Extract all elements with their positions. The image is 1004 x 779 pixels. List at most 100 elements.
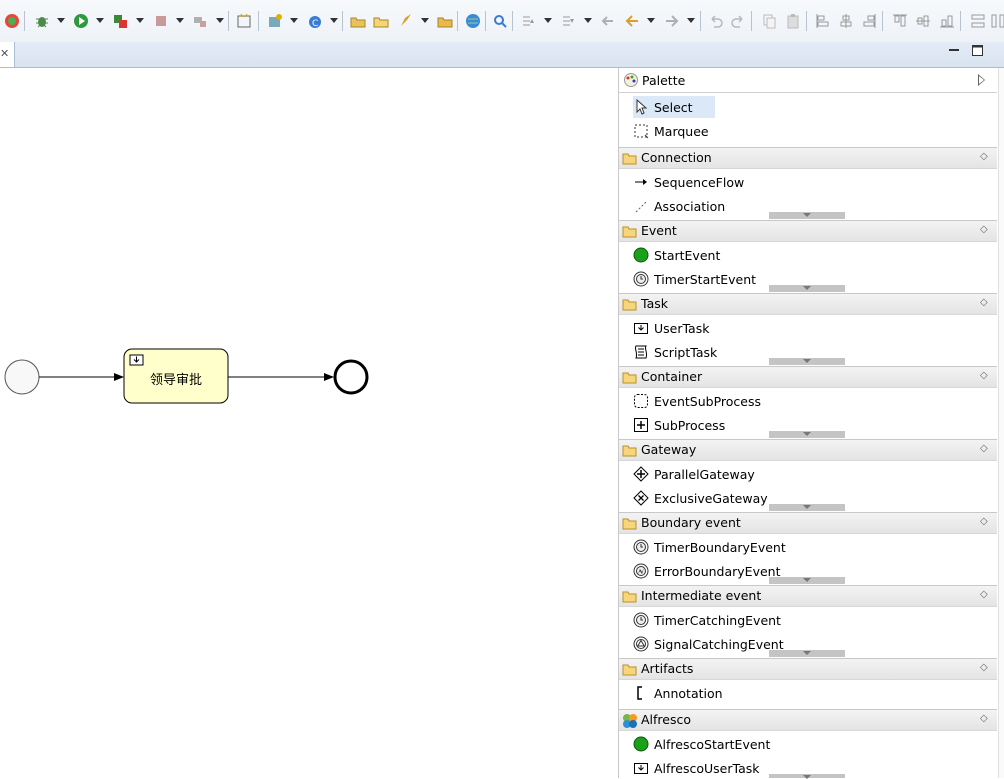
last-edit-icon[interactable] — [598, 11, 618, 31]
pin-drawer-icon[interactable]: ◇ — [980, 297, 988, 308]
pin-drawer-icon[interactable]: ◇ — [980, 370, 988, 381]
palette-scrollbar[interactable] — [998, 68, 1004, 778]
align-right-icon[interactable] — [859, 11, 879, 31]
main-toolbar: C — [0, 0, 1004, 43]
pin-drawer-icon[interactable]: ◇ — [980, 662, 988, 673]
drawer-resize-grip[interactable] — [769, 774, 845, 779]
next-annotation-dropdown-icon[interactable] — [544, 18, 552, 23]
palette-item-exclusivegateway[interactable]: ExclusiveGateway — [633, 487, 903, 509]
palette-item-parallelgateway[interactable]: ParallelGateway — [633, 463, 903, 485]
drawer-intermediate-event[interactable]: Intermediate event ◇ — [619, 585, 997, 607]
palette-item-errorboundaryevent[interactable]: ErrorBoundaryEvent — [633, 560, 903, 582]
new-wizard-icon[interactable] — [265, 11, 285, 31]
drawer-artifacts[interactable]: Artifacts ◇ — [619, 658, 997, 680]
stop-icon[interactable] — [151, 11, 171, 31]
pin-drawer-icon[interactable]: ◇ — [980, 589, 988, 600]
web-browser-icon[interactable] — [463, 11, 483, 31]
forward-dropdown-icon[interactable] — [687, 18, 695, 23]
palette-item-timercatchingevent[interactable]: TimerCatchingEvent — [633, 609, 903, 631]
align-left-icon[interactable] — [813, 11, 833, 31]
undo-icon[interactable] — [706, 11, 726, 31]
pin-drawer-icon[interactable]: ◇ — [980, 516, 988, 527]
minimize-button[interactable] — [947, 43, 961, 57]
drawer-resize-grip[interactable] — [769, 431, 845, 438]
maximize-button[interactable] — [971, 44, 985, 58]
prev-annotation-dropdown-icon[interactable] — [584, 18, 592, 23]
drawer-resize-grip[interactable] — [769, 358, 845, 365]
start-event[interactable] — [4, 359, 40, 395]
subprocess-icon — [633, 417, 649, 433]
palette-tool-select[interactable]: Select — [633, 96, 715, 118]
drawer-resize-grip[interactable] — [769, 212, 845, 219]
external-tools-dropdown-icon[interactable] — [136, 18, 144, 23]
external-tools-icon[interactable] — [110, 11, 130, 31]
drawer-gateway[interactable]: Gateway ◇ — [619, 439, 997, 461]
new-process-icon[interactable] — [234, 11, 254, 31]
palette-item-usertask[interactable]: UserTask — [633, 317, 903, 339]
prev-annotation-icon[interactable] — [558, 11, 578, 31]
drawer-resize-grip[interactable] — [769, 504, 845, 511]
align-center-icon[interactable] — [836, 11, 856, 31]
new-java-class-icon[interactable]: C — [305, 11, 325, 31]
disconnect-icon[interactable] — [190, 11, 210, 31]
pin-drawer-icon[interactable]: ◇ — [980, 224, 988, 235]
close-tab-icon[interactable]: ✕ — [0, 47, 9, 60]
launch-dropdown-icon[interactable] — [421, 18, 429, 23]
new-java-class-dropdown-icon[interactable] — [330, 18, 338, 23]
launch-icon[interactable] — [396, 11, 416, 31]
back-icon[interactable] — [622, 11, 642, 31]
forward-icon[interactable] — [662, 11, 682, 31]
palette-item-sequenceflow[interactable]: SequenceFlow — [633, 171, 903, 193]
editor-tab[interactable]: ✕ — [0, 42, 15, 67]
open-type-icon[interactable] — [348, 11, 368, 31]
palette-item-subprocess[interactable]: SubProcess — [633, 414, 903, 436]
next-annotation-icon[interactable] — [518, 11, 538, 31]
drawer-alfresco[interactable]: Alfresco ◇ — [619, 709, 997, 731]
palette-item-alfrescostartevent[interactable]: AlfrescoStartEvent — [633, 733, 903, 755]
pin-drawer-icon[interactable]: ◇ — [980, 713, 988, 724]
align-top-icon[interactable] — [890, 11, 910, 31]
diagram-canvas[interactable]: 领导审批 — [0, 68, 618, 778]
palette-item-timerstartevent[interactable]: TimerStartEvent — [633, 268, 903, 290]
drawer-resize-grip[interactable] — [769, 650, 845, 657]
search-icon[interactable] — [490, 11, 510, 31]
debug-icon[interactable] — [32, 11, 52, 31]
match-width-icon[interactable] — [968, 11, 988, 31]
palette-item-startevent[interactable]: StartEvent — [633, 244, 903, 266]
debug-perspective-icon[interactable] — [2, 11, 22, 31]
match-height-icon[interactable] — [988, 11, 1004, 31]
redo-icon[interactable] — [728, 11, 748, 31]
palette-item-eventsubprocess[interactable]: EventSubProcess — [633, 390, 903, 412]
copy-icon[interactable] — [759, 11, 779, 31]
align-bottom-icon[interactable] — [937, 11, 957, 31]
align-middle-icon[interactable] — [913, 11, 933, 31]
drawer-task[interactable]: Task ◇ — [619, 293, 997, 315]
palette-item-annotation[interactable]: Annotation — [633, 682, 903, 704]
palette-item-association[interactable]: Association — [633, 195, 903, 217]
drawer-boundary-event[interactable]: Boundary event ◇ — [619, 512, 997, 534]
palette-item-alfrescousertask[interactable]: AlfrescoUserTask — [633, 757, 903, 779]
palette-tool-marquee[interactable]: Marquee — [633, 120, 903, 142]
end-event[interactable] — [333, 359, 369, 395]
back-dropdown-icon[interactable] — [647, 18, 655, 23]
open-resource-icon[interactable] — [371, 11, 391, 31]
disconnect-dropdown-icon[interactable] — [216, 18, 224, 23]
pin-drawer-icon[interactable]: ◇ — [980, 443, 988, 454]
open-folder-icon[interactable] — [435, 11, 455, 31]
palette-item-timerboundaryevent[interactable]: TimerBoundaryEvent — [633, 536, 903, 558]
drawer-connection[interactable]: Connection ◇ — [619, 147, 997, 169]
run-dropdown-icon[interactable] — [96, 18, 104, 23]
run-icon[interactable] — [71, 11, 91, 31]
palette-item-scripttask[interactable]: ScriptTask — [633, 341, 903, 363]
palette-item-signalcatchingevent[interactable]: SignalCatchingEvent — [633, 633, 903, 655]
drawer-event[interactable]: Event ◇ — [619, 220, 997, 242]
drawer-resize-grip[interactable] — [769, 577, 845, 584]
drawer-resize-grip[interactable] — [769, 285, 845, 292]
palette-collapse-icon[interactable] — [978, 74, 985, 86]
debug-dropdown-icon[interactable] — [57, 18, 65, 23]
pin-drawer-icon[interactable]: ◇ — [980, 151, 988, 162]
stop-dropdown-icon[interactable] — [176, 18, 184, 23]
paste-icon[interactable] — [783, 11, 803, 31]
new-wizard-dropdown-icon[interactable] — [290, 18, 298, 23]
drawer-container[interactable]: Container ◇ — [619, 366, 997, 388]
